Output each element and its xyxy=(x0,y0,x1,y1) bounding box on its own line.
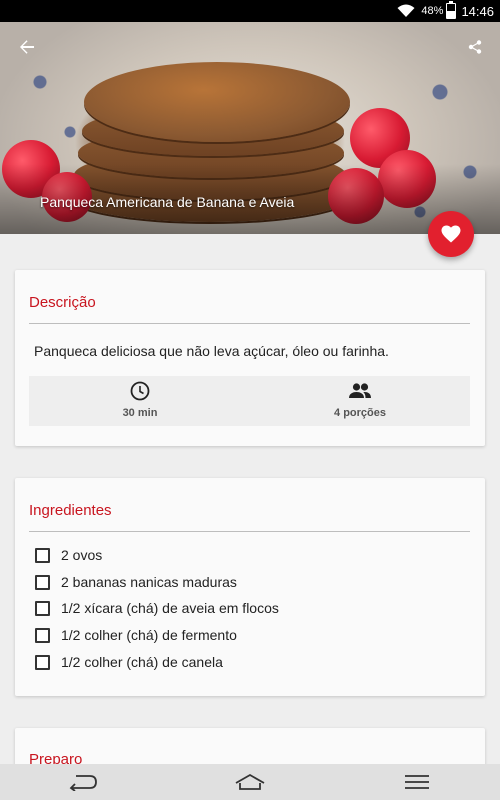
share-button[interactable] xyxy=(462,34,488,60)
ingredient-checkbox[interactable] xyxy=(35,654,50,670)
recipe-info-strip: 30 min 4 porções xyxy=(29,376,470,426)
share-icon xyxy=(468,40,482,54)
home-nav-icon xyxy=(235,773,265,790)
heart-icon xyxy=(441,225,461,243)
menu-nav-icon xyxy=(404,775,429,789)
system-nav-bar xyxy=(0,764,500,800)
servings: 4 porções xyxy=(305,376,415,426)
wifi-icon xyxy=(397,4,415,17)
system-home-button[interactable] xyxy=(230,768,270,796)
arrow-back-icon xyxy=(20,40,34,54)
servings-label: 4 porções xyxy=(334,407,386,419)
ingredients-divider xyxy=(29,531,470,532)
ingredient-label: 2 bananas nanicas maduras xyxy=(61,574,237,590)
system-back-button[interactable] xyxy=(63,768,103,796)
description-title: Descrição xyxy=(29,294,96,311)
ingredient-label: 1/2 colher (chá) de fermento xyxy=(61,627,237,643)
ingredients-title: Ingredientes xyxy=(29,502,112,519)
ingredients-card: Ingredientes 2 ovos 2 bananas nanicas ma… xyxy=(15,478,485,696)
ingredient-item[interactable]: 1/2 colher (chá) de fermento xyxy=(35,625,237,645)
battery-percent: 48% xyxy=(421,5,444,17)
ingredient-item[interactable]: 2 ovos xyxy=(35,545,102,565)
system-menu-button[interactable] xyxy=(397,768,437,796)
battery-icon xyxy=(446,1,457,19)
clock-icon xyxy=(130,381,150,401)
back-button[interactable] xyxy=(14,34,40,60)
ingredient-checkbox[interactable] xyxy=(35,627,50,643)
back-nav-icon xyxy=(69,775,98,791)
ingredient-checkbox[interactable] xyxy=(35,600,50,616)
recipe-title: Panqueca Americana de Banana e Aveia xyxy=(40,194,295,210)
prep-time-label: 30 min xyxy=(122,407,158,419)
ingredient-item[interactable]: 1/2 colher (chá) de canela xyxy=(35,652,223,672)
people-icon xyxy=(349,383,371,398)
ingredient-item[interactable]: 1/2 xícara (chá) de aveia em flocos xyxy=(35,598,279,618)
recipe-hero-image: Panqueca Americana de Banana e Aveia xyxy=(0,22,500,234)
ingredient-item[interactable]: 2 bananas nanicas maduras xyxy=(35,572,237,592)
ingredient-checkbox[interactable] xyxy=(35,574,50,590)
description-text: Panqueca deliciosa que não leva açúcar, … xyxy=(34,343,389,359)
status-bar: 48% 14:46 xyxy=(0,0,500,22)
clock-time: 14:46 xyxy=(461,3,494,19)
ingredient-label: 1/2 colher (chá) de canela xyxy=(61,654,223,670)
ingredient-label: 2 ovos xyxy=(61,547,103,563)
ingredient-label: 1/2 xícara (chá) de aveia em flocos xyxy=(61,600,279,616)
prep-time: 30 min xyxy=(85,376,195,426)
description-divider xyxy=(29,323,470,324)
favorite-button[interactable] xyxy=(428,211,474,257)
ingredient-checkbox[interactable] xyxy=(35,547,50,563)
description-card: Descrição Panqueca deliciosa que não lev… xyxy=(15,270,485,446)
